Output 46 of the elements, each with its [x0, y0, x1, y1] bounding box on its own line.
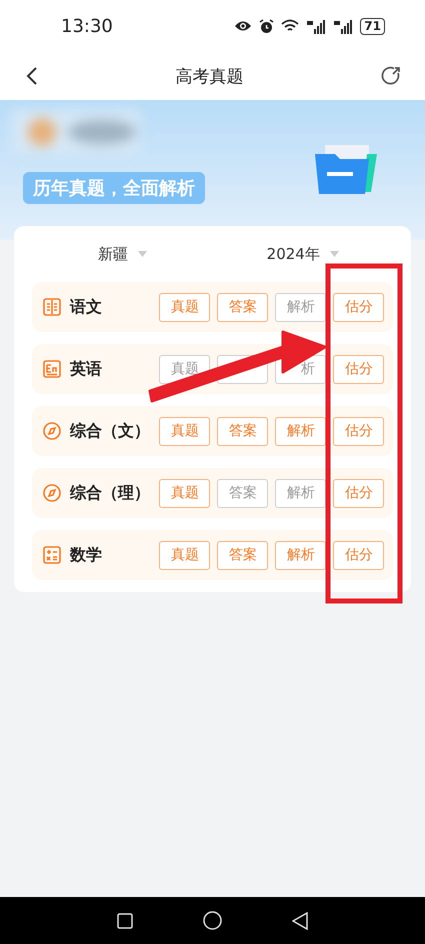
signal-icon	[306, 18, 326, 34]
subject-action-button[interactable]: 估分	[333, 416, 384, 446]
tagline: 历年真题，全面解析	[23, 172, 205, 204]
subject-action-button[interactable]: 真题	[159, 540, 210, 570]
recents-button[interactable]	[117, 912, 133, 928]
subject-action-button[interactable]: 解析	[275, 540, 326, 570]
subject-action-button[interactable]: 答案	[217, 478, 268, 508]
clock: 13:30	[61, 16, 114, 36]
page-title: 高考真题	[176, 66, 244, 88]
subject-name: 数学	[70, 544, 103, 566]
calculator-icon	[42, 545, 62, 565]
subject-action-button[interactable]: 真题	[159, 478, 210, 508]
dropdown-caret-icon	[330, 251, 339, 257]
book-icon	[42, 297, 62, 317]
subject-action-button[interactable]: 解析	[275, 292, 326, 322]
subject-action-button[interactable]: 真题	[159, 292, 210, 322]
subject-name: 综合（文）	[70, 420, 151, 442]
english-icon	[42, 359, 62, 379]
subject-action-button[interactable]: 估分	[333, 540, 384, 570]
filter-dropdown[interactable]: 2024年	[266, 244, 320, 264]
subject-action-button[interactable]: 估分	[333, 354, 384, 384]
subject-action-button[interactable]: 解析	[275, 416, 326, 446]
eye-icon	[234, 20, 252, 32]
compass-icon	[42, 421, 62, 441]
wifi-icon	[281, 19, 300, 33]
alarm-icon	[259, 18, 274, 34]
signal-icon	[333, 18, 354, 34]
battery-level: 71	[360, 18, 385, 34]
subject-action-button[interactable]: 估分	[333, 292, 384, 322]
subject-action-button[interactable]: 答案	[217, 416, 268, 446]
home-button[interactable]	[203, 911, 222, 930]
subject-action-button[interactable]: 估分	[333, 478, 384, 508]
subject-action-button[interactable]: 真题	[159, 416, 210, 446]
subject-name: 语文	[70, 296, 103, 318]
back-nav-button[interactable]	[292, 912, 308, 930]
refresh-button[interactable]	[381, 65, 403, 87]
compass-icon	[42, 483, 62, 503]
subject-action-button[interactable]: 答案	[217, 292, 268, 322]
back-button[interactable]	[26, 66, 38, 86]
subject-name: 英语	[70, 358, 103, 380]
folder-icon	[315, 144, 379, 196]
subject-action-button[interactable]: 答案	[217, 540, 268, 570]
subject-name: 综合（理）	[70, 482, 151, 504]
filter-dropdown[interactable]: 新疆	[98, 244, 128, 264]
dropdown-caret-icon	[138, 251, 147, 257]
subject-action-button[interactable]: 解析	[275, 478, 326, 508]
